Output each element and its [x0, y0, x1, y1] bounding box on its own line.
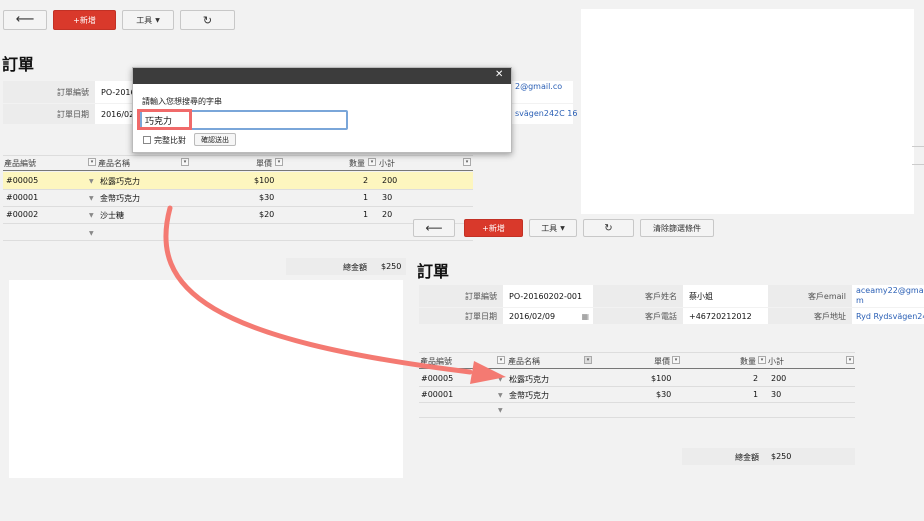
arrow-curve	[163, 205, 473, 375]
annotation-arrow	[163, 205, 506, 384]
arrow-head	[470, 361, 506, 384]
